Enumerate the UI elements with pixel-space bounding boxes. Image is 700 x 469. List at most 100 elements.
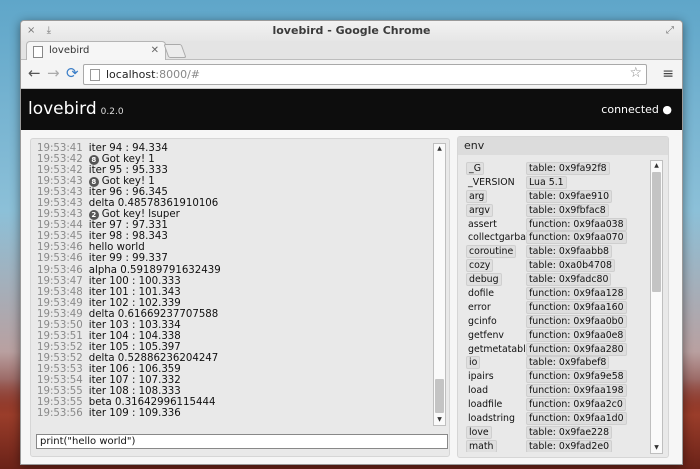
console-line: 19:53:49 iter 102 : 102.339	[37, 298, 432, 309]
back-arrow-icon[interactable]: ←	[28, 65, 41, 81]
env-value: function: 0x9faa160	[526, 300, 627, 314]
console-scrollbar[interactable]: ▲ ▼	[433, 143, 446, 426]
titlebar-left-controls: × ⤓	[27, 21, 59, 41]
command-input[interactable]	[36, 434, 448, 449]
env-value: function: 0x9faa198	[526, 384, 627, 398]
env-scrollbar[interactable]: ▲ ▼	[650, 160, 663, 454]
env-key[interactable]: math	[466, 439, 497, 452]
env-row: math table: 0x9fad2e0	[465, 439, 649, 452]
env-key[interactable]: argv	[466, 203, 493, 217]
env-row: getmetatable function: 0x9faa280	[465, 342, 649, 357]
env-row: gcinfo function: 0x9faa0b0	[465, 314, 649, 329]
env-value: table: 0x9fabef8	[526, 356, 610, 370]
console-line: 19:53:49 delta 0.61669237707588	[37, 309, 432, 320]
env-row: assert function: 0x9faa038	[465, 217, 649, 232]
console-timestamp: 19:53:45	[37, 231, 83, 243]
scroll-up-arrow-icon[interactable]: ▲	[434, 144, 445, 154]
close-window-icon[interactable]: ×	[27, 25, 35, 36]
env-scrollbar-thumb[interactable]	[652, 172, 661, 292]
url-path: :8000/#	[155, 68, 201, 81]
page-favicon-icon	[33, 46, 43, 58]
env-row: _G table: 0x9fa92f8	[465, 162, 649, 176]
env-panel: env _G table: 0x9fa92f8 _VERSION Lua 5.1 arg…	[457, 136, 669, 458]
env-row: getfenv function: 0x9faa0e8	[465, 328, 649, 343]
connection-status: connected ●	[601, 103, 672, 116]
env-key[interactable]: coroutine	[466, 245, 517, 259]
console-timestamp: 19:53:52	[37, 352, 83, 364]
env-row: io table: 0x9fabef8	[465, 356, 649, 370]
env-key[interactable]: arg	[466, 189, 488, 203]
env-row: dofile function: 0x9faa128	[465, 287, 649, 301]
console-line: 19:53:43 delta 0.48578361910106	[37, 198, 432, 209]
env-row: ipairs function: 0x9fa9e58	[465, 370, 649, 384]
env-key: dofile	[468, 288, 494, 300]
maximize-window-icon[interactable]: ⤢	[666, 21, 674, 41]
address-bar[interactable]: localhost:8000/# ☆	[83, 64, 647, 85]
env-key: ipairs	[468, 371, 494, 383]
env-key: loadstring	[468, 413, 515, 425]
console-message: iter 101 : 101.343	[88, 286, 181, 298]
console-message: iter 100 : 100.333	[88, 275, 181, 287]
chrome-menu-icon[interactable]: ≡	[662, 66, 674, 82]
env-value: table: 0x9fae910	[526, 189, 613, 203]
browser-window: × ⤓ lovebird - Google Chrome ⤢ lovebird …	[20, 20, 683, 465]
console-line: 19:53:43 8 Got key! 1	[37, 176, 432, 188]
env-key[interactable]: debug	[466, 273, 502, 287]
repeat-count-badge: 2	[88, 210, 99, 221]
new-tab-button[interactable]	[163, 44, 187, 58]
reload-icon[interactable]: ⟳	[66, 65, 79, 81]
console-line: 19:53:46 hello world	[37, 242, 432, 253]
env-key[interactable]: cozy	[466, 259, 494, 273]
env-key: getfenv	[468, 329, 504, 341]
scroll-down-arrow-icon[interactable]: ▼	[434, 415, 445, 425]
console-timestamp: 19:53:54	[37, 374, 83, 386]
console-message: alpha 0.59189791632439	[88, 264, 221, 276]
env-row: loadstring function: 0x9faa1d0	[465, 412, 649, 426]
console-message: delta 0.52886236204247	[88, 352, 219, 364]
app-header: lovebird 0.2.0 connected ●	[21, 89, 682, 130]
app-content: 19:53:41 iter 94 : 94.334 19:53:42 8 Got key…	[21, 130, 682, 464]
env-scroll-down-arrow-icon[interactable]: ▼	[651, 443, 662, 453]
env-scroll-up-arrow-icon[interactable]: ▲	[651, 161, 662, 171]
console-line: 19:53:53 iter 106 : 106.359	[37, 364, 432, 375]
console-line: 19:53:42 8 Got key! 1	[37, 154, 432, 166]
app-version: 0.2.0	[100, 107, 124, 117]
tab-strip: lovebird ✕	[21, 41, 682, 60]
page-icon	[90, 69, 100, 81]
console-message: iter 105 : 105.397	[88, 341, 181, 353]
console-message: Got key! 1	[101, 176, 155, 188]
env-key[interactable]: _G	[466, 162, 484, 175]
minimize-window-icon[interactable]: ⤓	[47, 25, 51, 36]
console-message: iter 97 : 97.331	[88, 220, 168, 232]
env-value: function: 0x9faa1d0	[526, 412, 627, 426]
console-timestamp: 19:53:42	[37, 154, 83, 166]
console-timestamp: 19:53:55	[37, 386, 83, 398]
env-value: table: 0x9faabb8	[526, 245, 613, 259]
console-line: 19:53:41 iter 94 : 94.334	[37, 143, 432, 154]
env-value: function: 0x9faa280	[526, 342, 627, 356]
console-timestamp: 19:53:52	[37, 341, 83, 353]
console-message: delta 0.61669237707588	[88, 308, 219, 320]
console-timestamp: 19:53:43	[37, 209, 83, 221]
env-value: function: 0x9fa9e58	[526, 370, 627, 384]
env-row: cozy table: 0xa0b4708	[465, 259, 649, 273]
console-message: iter 103 : 103.334	[88, 319, 181, 331]
env-row: coroutine table: 0x9faabb8	[465, 245, 649, 259]
console-scrollbar-thumb[interactable]	[435, 379, 444, 413]
env-key: gcinfo	[468, 315, 497, 327]
console-timestamp: 19:53:46	[37, 253, 83, 265]
console-timestamp: 19:53:53	[37, 363, 83, 375]
console-timestamp: 19:53:43	[37, 187, 83, 199]
env-value: function: 0x9faa2c0	[526, 398, 626, 412]
tab-close-icon[interactable]: ✕	[151, 42, 159, 60]
env-value: table: 0xa0b4708	[526, 259, 615, 273]
bookmark-star-icon[interactable]: ☆	[629, 64, 642, 83]
console-message: iter 106 : 106.359	[88, 363, 181, 375]
tab-lovebird[interactable]: lovebird ✕	[26, 41, 166, 60]
console-timestamp: 19:53:46	[37, 242, 83, 254]
forward-arrow-icon[interactable]: →	[47, 65, 60, 81]
env-value: function: 0x9faa0b0	[526, 314, 627, 328]
env-key[interactable]: io	[466, 356, 481, 370]
env-row: collectgarbage function: 0x9faa070	[465, 231, 649, 245]
env-key[interactable]: love	[466, 425, 492, 439]
